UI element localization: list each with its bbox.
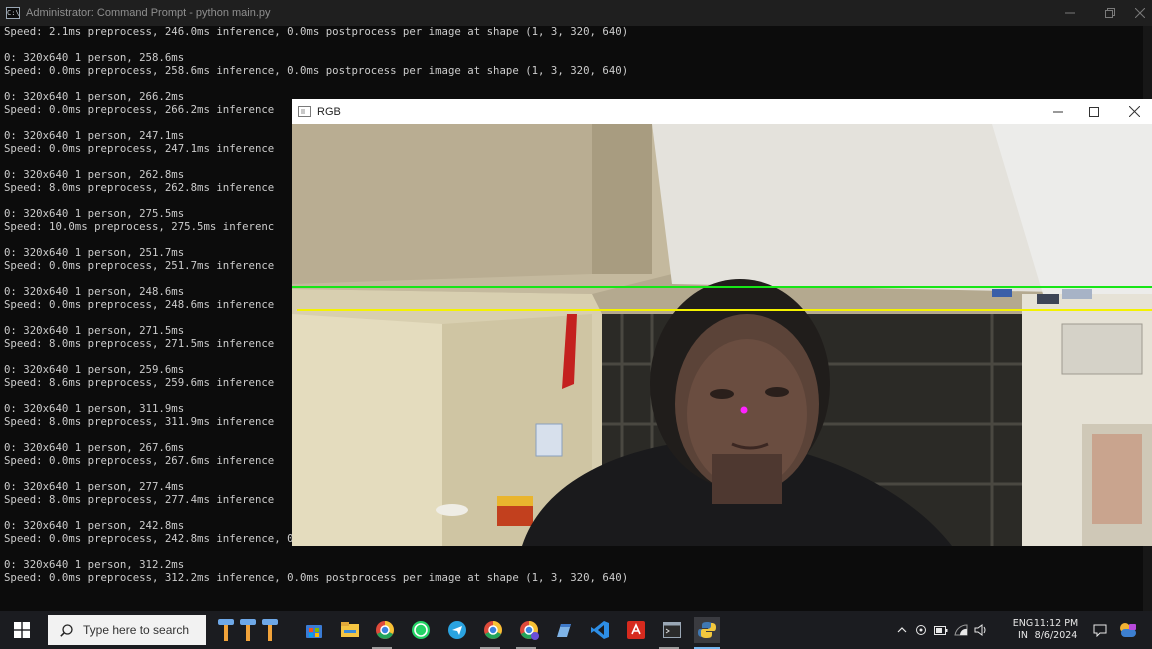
- cmd-titlebar[interactable]: C:\ Administrator: Command Prompt - pyth…: [0, 0, 1152, 26]
- battery-icon[interactable]: [932, 617, 950, 643]
- search-placeholder: Type here to search: [83, 623, 190, 637]
- rgb-minimize-button[interactable]: [1040, 99, 1076, 124]
- minimize-icon: [1053, 111, 1063, 112]
- taskbar-clock[interactable]: 11:12 PM 8/6/2024: [1026, 618, 1086, 642]
- rgb-window-title: RGB: [317, 105, 341, 118]
- console-line: 0: 320x640 1 person, 258.6ms: [4, 51, 185, 64]
- whatsapp-icon[interactable]: [408, 617, 434, 643]
- python-icon[interactable]: [694, 617, 720, 643]
- restore-icon: [1105, 8, 1115, 18]
- clock-date: 8/6/2024: [1034, 630, 1078, 641]
- notifications-icon[interactable]: [1090, 617, 1110, 643]
- notepad-icon[interactable]: [551, 617, 577, 643]
- taskbar-search-box[interactable]: Type here to search: [48, 615, 206, 645]
- telegram-icon[interactable]: [444, 617, 470, 643]
- console-line: Speed: 0.0ms preprocess, 258.6ms inferen…: [4, 64, 629, 77]
- vscode-icon[interactable]: [587, 617, 613, 643]
- terminal-icon[interactable]: [659, 617, 685, 643]
- console-line: Speed: 2.1ms preprocess, 246.0ms inferen…: [4, 25, 629, 38]
- meet-now-icon[interactable]: [912, 617, 930, 643]
- webcam-scene: [292, 124, 1152, 546]
- cmd-minimize-button[interactable]: [1050, 0, 1090, 26]
- chrome-profile-icon[interactable]: [372, 617, 398, 643]
- console-line: Speed: 0.0ms preprocess, 312.2ms inferen…: [4, 571, 629, 584]
- rgb-app-icon: [298, 106, 311, 117]
- start-button[interactable]: [0, 611, 44, 649]
- close-icon: [1135, 8, 1145, 18]
- taskbar: Type here to search ENG IN 11:12 PM 8/6/…: [0, 611, 1152, 649]
- rgb-titlebar[interactable]: RGB: [292, 99, 1152, 124]
- ai-assistant-icon[interactable]: [214, 617, 284, 643]
- camera-frame: [292, 124, 1152, 546]
- file-explorer-icon[interactable]: [337, 617, 363, 643]
- tracking-centroid-dot: [740, 406, 748, 414]
- cmd-window-title: Administrator: Command Prompt - python m…: [26, 7, 271, 19]
- rgb-close-button[interactable]: [1116, 99, 1152, 124]
- wifi-icon[interactable]: [952, 617, 970, 643]
- windows-logo-icon: [14, 622, 30, 638]
- cmd-app-icon: C:\: [6, 7, 20, 19]
- volume-icon[interactable]: [972, 617, 990, 643]
- chrome-icon[interactable]: [480, 617, 506, 643]
- acrobat-icon[interactable]: [623, 617, 649, 643]
- cmd-close-button[interactable]: [1120, 0, 1152, 26]
- close-icon: [1128, 106, 1140, 117]
- rgb-maximize-button[interactable]: [1076, 99, 1112, 124]
- maximize-icon: [1089, 106, 1099, 117]
- chrome-profile-r-icon[interactable]: [516, 617, 542, 643]
- weather-widget-icon[interactable]: [1116, 617, 1138, 643]
- rgb-video-window[interactable]: RGB: [292, 99, 1152, 546]
- show-hidden-icons-chevron-icon[interactable]: [894, 617, 910, 643]
- search-icon: [60, 623, 73, 637]
- microsoft-store-icon[interactable]: [301, 617, 327, 643]
- clock-time: 11:12 PM: [1033, 618, 1079, 629]
- minimize-icon: [1065, 12, 1075, 14]
- console-line: 0: 320x640 1 person, 312.2ms: [4, 558, 185, 571]
